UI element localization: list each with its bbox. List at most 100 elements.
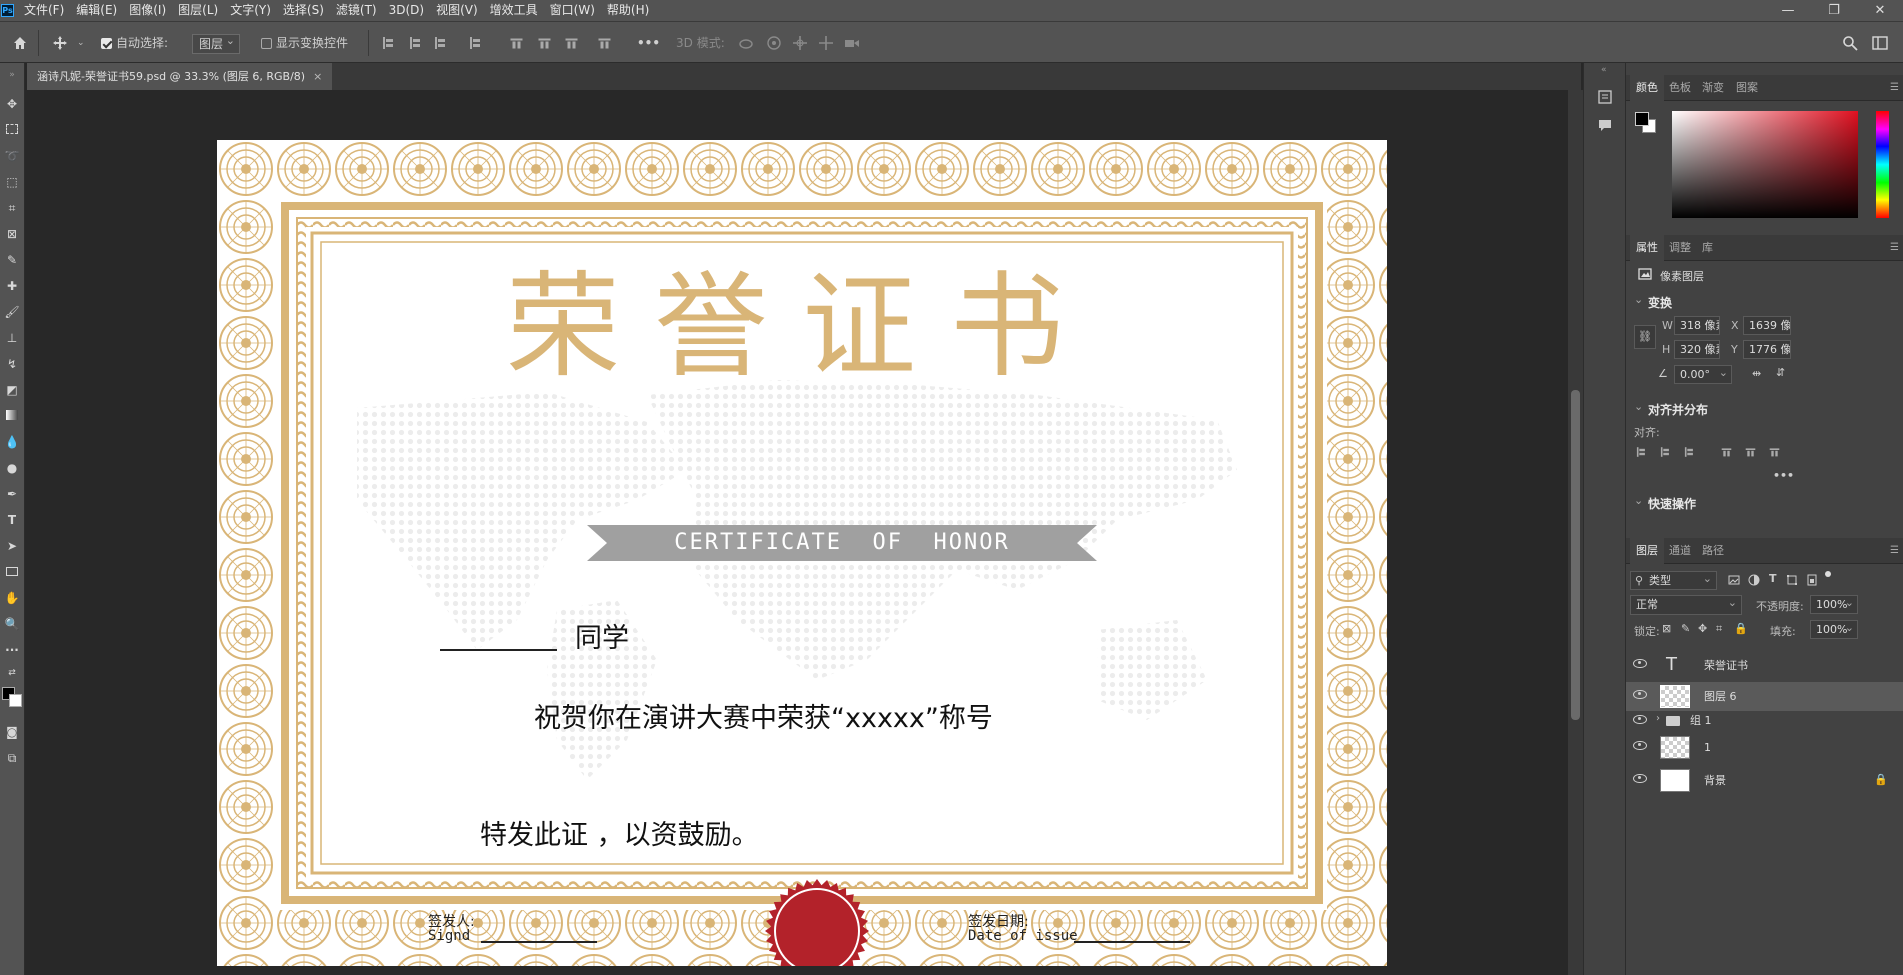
- tab-gradients[interactable]: 渐变: [1702, 75, 1724, 101]
- canvas[interactable]: 荣誉证书 CERTIFICATE OF HONOR 同学 祝贺你在演讲大赛中荣获…: [217, 140, 1387, 966]
- tab-paths[interactable]: 路径: [1702, 538, 1724, 564]
- rectangle-tool-icon[interactable]: [3, 563, 21, 581]
- visibility-eye-icon[interactable]: [1633, 715, 1647, 724]
- menu-layer[interactable]: 图层(L): [172, 0, 224, 21]
- lasso-tool-icon[interactable]: ➰: [3, 147, 21, 165]
- panel-align-hcenter-icon[interactable]: [1660, 447, 1669, 457]
- color-picker-field[interactable]: [1672, 111, 1858, 218]
- menu-view[interactable]: 视图(V): [430, 0, 484, 21]
- transform-chevron-icon[interactable]: ⌄: [1634, 293, 1643, 306]
- align-more-button[interactable]: •••: [1773, 469, 1794, 482]
- gradient-tool-icon[interactable]: [3, 407, 21, 425]
- move-tool-icon[interactable]: ✥: [3, 95, 21, 113]
- visibility-eye-icon[interactable]: [1633, 659, 1647, 668]
- quick-actions-chevron-icon[interactable]: ⌄: [1634, 494, 1643, 507]
- collapse-tools-icon[interactable]: »: [3, 66, 21, 84]
- distribute-horizontal-icon[interactable]: [598, 38, 611, 48]
- menu-image[interactable]: 图像(I): [123, 0, 172, 21]
- x-field[interactable]: 1639 像素: [1743, 316, 1791, 335]
- tab-layers[interactable]: 图层: [1630, 538, 1664, 564]
- close-tab-icon[interactable]: ×: [313, 70, 322, 83]
- visibility-eye-icon[interactable]: [1633, 690, 1647, 699]
- filter-toggle-icon[interactable]: [1825, 571, 1831, 577]
- align-top-icon[interactable]: [510, 38, 523, 48]
- panel-align-vcenter-icon[interactable]: [1745, 448, 1756, 456]
- layer-row[interactable]: 背景 🔒: [1626, 766, 1903, 795]
- workspace-icon[interactable]: [1872, 35, 1888, 51]
- search-icon[interactable]: [1842, 35, 1858, 51]
- tab-adjustments[interactable]: 调整: [1669, 235, 1691, 261]
- menu-window[interactable]: 窗口(W): [544, 0, 601, 21]
- eyedropper-tool-icon[interactable]: ✎: [3, 251, 21, 269]
- 3d-roll-icon[interactable]: [766, 35, 782, 51]
- menu-plugins[interactable]: 增效工具: [484, 0, 544, 21]
- height-field[interactable]: 320 像素: [1674, 340, 1720, 359]
- menu-file[interactable]: 文件(F): [18, 0, 70, 21]
- blend-mode-dropdown[interactable]: 正常 ⌄: [1630, 595, 1742, 615]
- quick-mask-icon[interactable]: ◙: [3, 723, 21, 741]
- history-brush-tool-icon[interactable]: ↯: [3, 355, 21, 373]
- 3d-slide-icon[interactable]: [818, 35, 834, 51]
- expand-panels-icon[interactable]: «: [1601, 65, 1607, 75]
- menu-3d[interactable]: 3D(D): [383, 0, 430, 21]
- align-section-title[interactable]: 对齐并分布: [1648, 401, 1708, 418]
- 3d-orbit-icon[interactable]: [738, 35, 754, 51]
- zoom-tool-icon[interactable]: 🔍: [3, 615, 21, 633]
- scrollbar-thumb[interactable]: [1571, 390, 1580, 720]
- type-tool-icon[interactable]: T: [3, 511, 21, 529]
- opacity-field[interactable]: 100% ⌄: [1810, 595, 1858, 614]
- tab-channels[interactable]: 通道: [1669, 538, 1691, 564]
- menu-filter[interactable]: 滤镜(T): [330, 0, 383, 21]
- crop-tool-icon[interactable]: ⌗: [3, 199, 21, 217]
- menu-select[interactable]: 选择(S): [277, 0, 330, 21]
- visibility-eye-icon[interactable]: [1633, 774, 1647, 783]
- hand-tool-icon[interactable]: ✋: [3, 589, 21, 607]
- visibility-eye-icon[interactable]: [1633, 741, 1647, 750]
- history-panel-icon[interactable]: [1597, 89, 1613, 105]
- width-field[interactable]: 318 像素: [1674, 316, 1720, 335]
- 3d-camera-icon[interactable]: [844, 35, 860, 51]
- home-icon[interactable]: [12, 35, 28, 51]
- tab-properties[interactable]: 属性: [1630, 235, 1664, 261]
- layer-row[interactable]: T 荣誉证书: [1626, 651, 1903, 680]
- auto-select-target-dropdown[interactable]: 图层: [192, 22, 241, 64]
- layers-panel-menu-icon[interactable]: ☰: [1890, 545, 1899, 556]
- move-tool-icon[interactable]: [52, 35, 68, 51]
- align-bottom-icon[interactable]: [565, 38, 578, 48]
- filter-type-icon[interactable]: T: [1769, 572, 1777, 585]
- quick-actions-title[interactable]: 快速操作: [1648, 495, 1696, 512]
- angle-field[interactable]: 0.00° ⌄: [1674, 365, 1732, 384]
- layer-row[interactable]: 1: [1626, 733, 1903, 762]
- color-panel-menu-icon[interactable]: ☰: [1890, 82, 1899, 93]
- lock-transparency-icon[interactable]: ⊠: [1662, 622, 1671, 635]
- more-tools-icon[interactable]: ···: [3, 641, 21, 659]
- menu-help[interactable]: 帮助(H): [601, 0, 655, 21]
- blur-tool-icon[interactable]: 💧: [3, 433, 21, 451]
- auto-select-checkbox[interactable]: 自动选择:: [101, 22, 168, 64]
- panel-align-left-icon[interactable]: [1636, 447, 1645, 457]
- object-select-tool-icon[interactable]: ⬚: [3, 173, 21, 191]
- tab-swatches[interactable]: 色板: [1669, 75, 1691, 101]
- menu-edit[interactable]: 编辑(E): [70, 0, 123, 21]
- align-hcenter-icon[interactable]: [410, 37, 420, 49]
- pen-tool-icon[interactable]: ✒: [3, 485, 21, 503]
- properties-panel-menu-icon[interactable]: ☰: [1890, 242, 1899, 253]
- align-chevron-icon[interactable]: ⌄: [1634, 400, 1643, 413]
- filter-adjustment-icon[interactable]: [1748, 574, 1760, 586]
- lock-pixels-icon[interactable]: ✎: [1681, 622, 1690, 635]
- move-preset-chevron-icon[interactable]: ⌄: [77, 22, 85, 64]
- lock-all-icon[interactable]: 🔒: [1734, 622, 1748, 635]
- foreground-color-swatch[interactable]: [1635, 112, 1649, 126]
- align-left-icon[interactable]: [383, 37, 393, 49]
- restore-button[interactable]: ❐: [1811, 0, 1857, 21]
- link-dimensions-icon[interactable]: ⛓: [1634, 325, 1656, 349]
- filter-pixel-icon[interactable]: [1728, 574, 1740, 586]
- screen-mode-icon[interactable]: ⧉: [3, 749, 21, 767]
- swap-colors-icon[interactable]: ⇄: [3, 664, 21, 682]
- show-transform-checkbox[interactable]: 显示变换控件: [261, 22, 348, 64]
- filter-smart-object-icon[interactable]: [1806, 574, 1818, 586]
- panel-align-bottom-icon[interactable]: [1769, 448, 1780, 456]
- frame-tool-icon[interactable]: ⊠: [3, 225, 21, 243]
- align-vcenter-icon[interactable]: [538, 38, 551, 48]
- layer-filter-dropdown[interactable]: ⚲ 类型 ⌄: [1630, 571, 1717, 590]
